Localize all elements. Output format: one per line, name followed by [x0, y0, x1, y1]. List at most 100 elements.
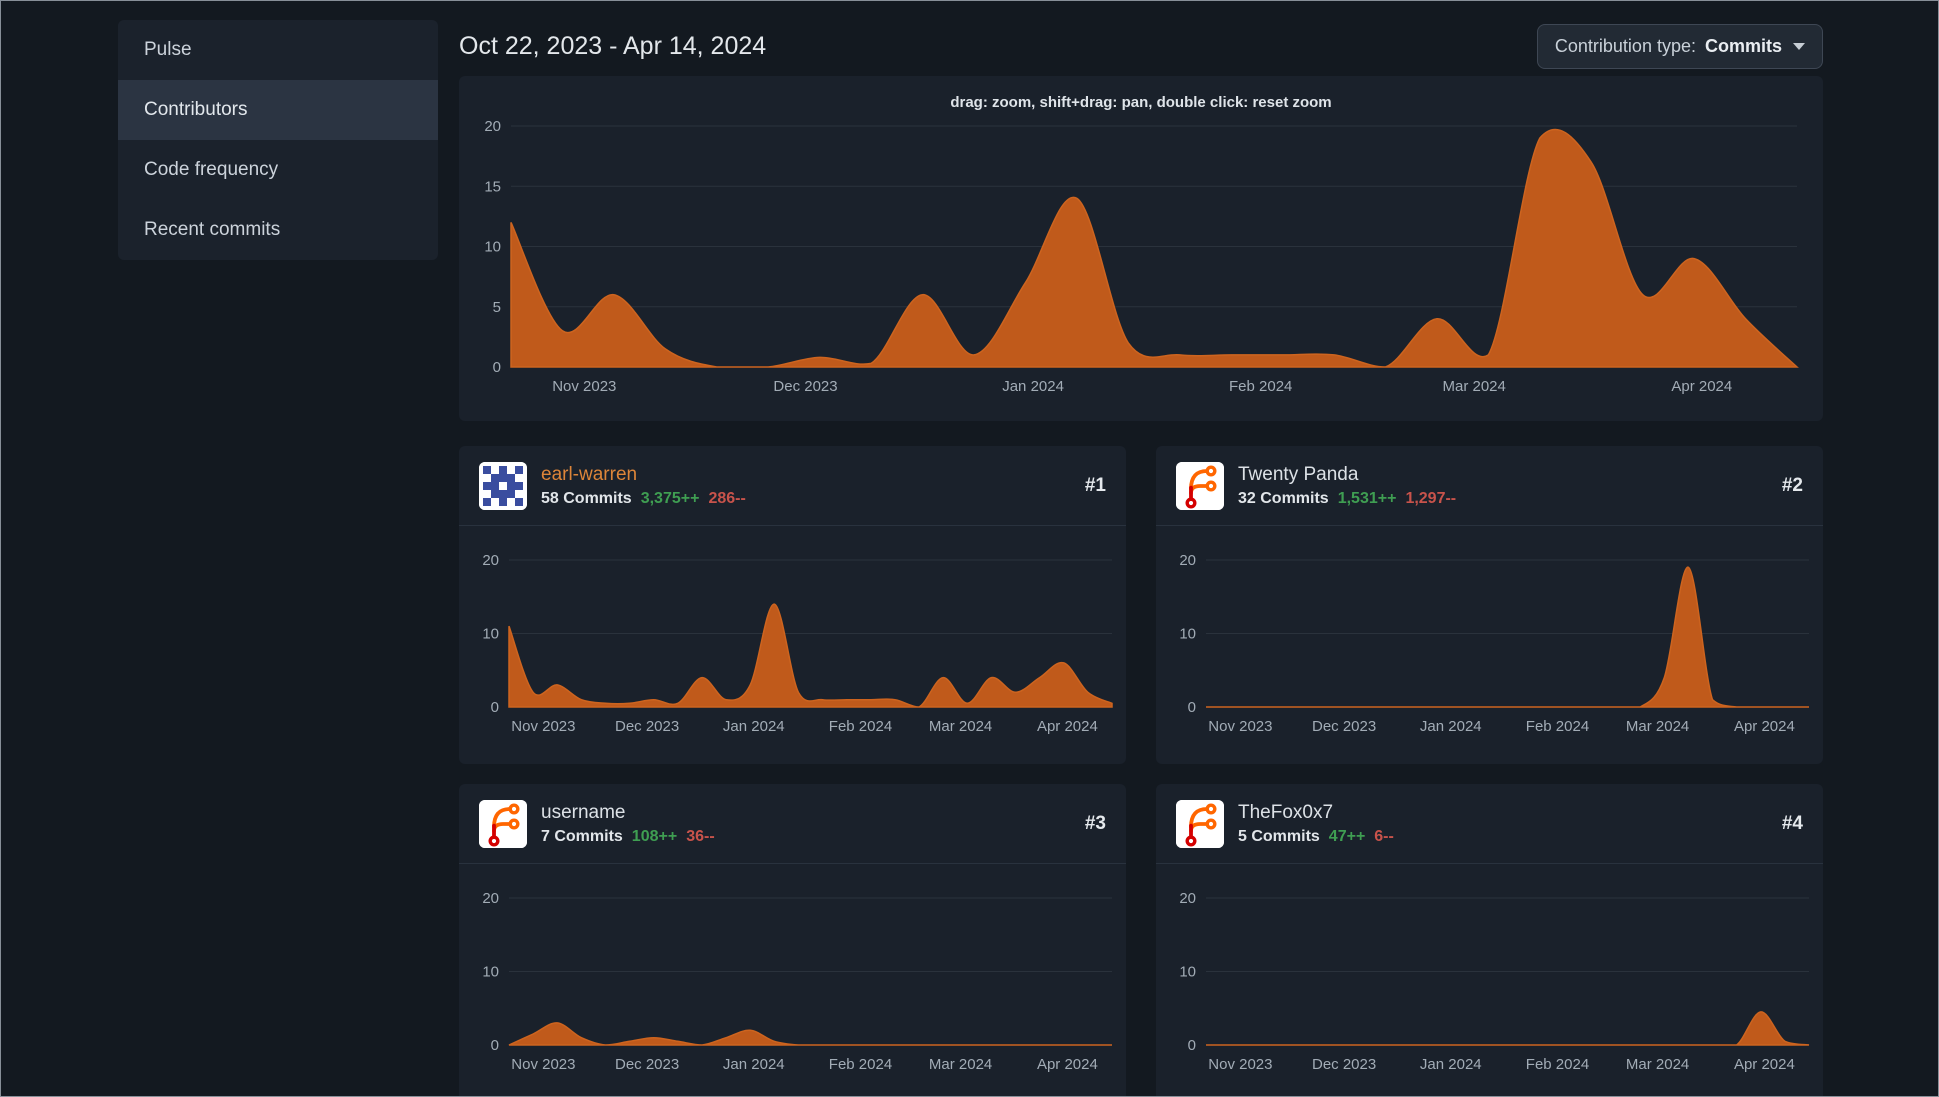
contributor-stats: 58 Commits 3,375++ 286--	[541, 490, 1071, 508]
earl-warren-avatar identicon-avatar[interactable]	[479, 461, 527, 510]
main-content: Oct 22, 2023 - Apr 14, 2024 Contribution…	[459, 1, 1938, 1096]
svg-text:Jan 2024: Jan 2024	[1420, 1056, 1482, 1073]
deletions-count: 286--	[708, 489, 746, 507]
svg-text:Apr 2024: Apr 2024	[1671, 378, 1732, 395]
svg-text:10: 10	[482, 964, 499, 981]
sidebar-item-recent-commits[interactable]: Recent commits	[118, 200, 438, 260]
date-range-title: Oct 22, 2023 - Apr 14, 2024	[459, 31, 767, 60]
contributor-name-link[interactable]: earl-warren	[541, 463, 1071, 487]
svg-text:0: 0	[493, 359, 501, 376]
svg-text:Nov 2023: Nov 2023	[1208, 1056, 1272, 1073]
contributor-card: TheFox0x7 5 Commits 47++ 6-- #4 0 10 20 Nov…	[1156, 784, 1823, 1096]
contributor-stats: 7 Commits 108++ 36--	[541, 828, 1071, 846]
svg-text:Apr 2024: Apr 2024	[1037, 1056, 1098, 1073]
svg-text:Feb 2024: Feb 2024	[1526, 1056, 1589, 1073]
contributor-stats: 32 Commits 1,531++ 1,297--	[1238, 490, 1768, 508]
svg-text:0: 0	[1188, 699, 1196, 716]
svg-text:20: 20	[1179, 552, 1196, 569]
contributor-rank: #2	[1781, 474, 1803, 496]
additions-count: 47++	[1328, 827, 1366, 845]
svg-text:Jan 2024: Jan 2024	[723, 718, 785, 735]
sidebar-item-contributors[interactable]: Contributors	[118, 80, 438, 140]
svg-text:Nov 2023: Nov 2023	[552, 378, 616, 395]
contributor-header: username 7 Commits 108++ 36-- #3	[459, 784, 1126, 864]
svg-text:Dec 2023: Dec 2023	[615, 718, 679, 735]
contributor-name[interactable]: username	[541, 801, 1071, 825]
contribution-type-value: Commits	[1704, 35, 1782, 56]
svg-text:10: 10	[1179, 964, 1196, 981]
deletions-count: 1,297--	[1405, 489, 1457, 507]
contributor-meta: username 7 Commits 108++ 36--	[541, 801, 1071, 846]
forgejo-logo-avatar	[479, 799, 527, 848]
svg-text:Dec 2023: Dec 2023	[773, 378, 837, 395]
svg-text:Mar 2024: Mar 2024	[1443, 378, 1506, 395]
svg-text:20: 20	[1179, 890, 1196, 907]
contributor-meta: Twenty Panda 32 Commits 1,531++ 1,297--	[1238, 463, 1768, 508]
svg-text:Nov 2023: Nov 2023	[511, 718, 575, 735]
contributor-name[interactable]: Twenty Panda	[1238, 463, 1768, 487]
svg-text:15: 15	[484, 178, 501, 195]
overall-commits-chart-card: drag: zoom, shift+drag: pan, double clic…	[459, 76, 1823, 421]
svg-text:20: 20	[482, 552, 499, 569]
svg-text:Nov 2023: Nov 2023	[511, 1056, 575, 1073]
svg-text:Nov 2023: Nov 2023	[1208, 718, 1272, 735]
contributor-cards-grid: earl-warren 58 Commits 3,375++ 286-- #1 …	[459, 446, 1823, 1096]
contributor-header: earl-warren 58 Commits 3,375++ 286-- #1	[459, 446, 1126, 526]
svg-text:Mar 2024: Mar 2024	[929, 718, 992, 735]
sidebar-item-code-frequency[interactable]: Code frequency	[118, 140, 438, 200]
svg-text:Dec 2023: Dec 2023	[1312, 718, 1376, 735]
contributor-card: username 7 Commits 108++ 36-- #3 0 10 20 No…	[459, 784, 1126, 1096]
contribution-type-dropdown[interactable]: Contribution type: Commits	[1536, 23, 1823, 69]
svg-text:Apr 2024: Apr 2024	[1734, 718, 1795, 735]
svg-text:Feb 2024: Feb 2024	[829, 718, 892, 735]
contributor-rank: #4	[1781, 812, 1803, 834]
contributor-commits-chart[interactable]: 0 10 20 Nov 2023 Dec 2023 Jan 2024 Feb 2024 Mar…	[1156, 864, 1823, 1096]
forgejo-logo-avatar	[1176, 799, 1224, 848]
svg-text:0: 0	[1188, 1037, 1196, 1054]
svg-text:Dec 2023: Dec 2023	[615, 1056, 679, 1073]
contributor-rank: #3	[1084, 812, 1106, 834]
svg-text:Jan 2024: Jan 2024	[1002, 378, 1064, 395]
svg-text:10: 10	[1179, 626, 1196, 643]
contributor-header: TheFox0x7 5 Commits 47++ 6-- #4	[1156, 784, 1823, 864]
contributor-name[interactable]: TheFox0x7	[1238, 801, 1768, 825]
svg-text:Jan 2024: Jan 2024	[723, 1056, 785, 1073]
svg-text:20: 20	[482, 890, 499, 907]
additions-count: 108++	[631, 827, 678, 845]
overall-commits-chart[interactable]: 0 5 10 15 20 Nov 2023 Dec 2023 Jan 2024 Feb 2024…	[459, 76, 1823, 421]
page-header: Oct 22, 2023 - Apr 14, 2024 Contribution…	[459, 16, 1823, 76]
svg-text:Feb 2024: Feb 2024	[829, 1056, 892, 1073]
svg-text:Dec 2023: Dec 2023	[1312, 1056, 1376, 1073]
chevron-down-icon	[1793, 42, 1805, 50]
contributor-stats: 5 Commits 47++ 6--	[1238, 828, 1768, 846]
contributor-commits-chart[interactable]: 0 10 20 Nov 2023 Dec 2023 Jan 2024 Feb 2024 Mar…	[459, 526, 1126, 763]
svg-text:0: 0	[491, 699, 499, 716]
additions-count: 3,375++	[640, 489, 700, 507]
svg-text:0: 0	[491, 1037, 499, 1054]
additions-count: 1,531++	[1337, 489, 1397, 507]
svg-text:Jan 2024: Jan 2024	[1420, 718, 1482, 735]
contributor-commits-chart[interactable]: 0 10 20 Nov 2023 Dec 2023 Jan 2024 Feb 2024 Mar…	[459, 864, 1126, 1096]
sidebar: Pulse Contributors Code frequency Recent…	[1, 1, 459, 1096]
svg-text:Mar 2024: Mar 2024	[929, 1056, 992, 1073]
contribution-type-label: Contribution type:	[1554, 35, 1696, 56]
contributor-rank: #1	[1084, 474, 1106, 496]
contributors-activity-page: Pulse Contributors Code frequency Recent…	[0, 0, 1939, 1097]
contributor-commits-chart[interactable]: 0 10 20 Nov 2023 Dec 2023 Jan 2024 Feb 2024 Mar…	[1156, 526, 1823, 763]
svg-text:Apr 2024: Apr 2024	[1037, 718, 1098, 735]
contributor-meta: TheFox0x7 5 Commits 47++ 6--	[1238, 801, 1768, 846]
activity-menu: Pulse Contributors Code frequency Recent…	[118, 20, 438, 260]
forgejo-logo-avatar	[1176, 461, 1224, 510]
contributor-header: Twenty Panda 32 Commits 1,531++ 1,297-- …	[1156, 446, 1823, 526]
contributor-meta: earl-warren 58 Commits 3,375++ 286--	[541, 463, 1071, 508]
commits-count: 32 Commits	[1238, 489, 1329, 507]
svg-text:Mar 2024: Mar 2024	[1626, 718, 1689, 735]
contributor-card: earl-warren 58 Commits 3,375++ 286-- #1 …	[459, 446, 1126, 764]
svg-text:5: 5	[493, 299, 501, 316]
svg-text:Feb 2024: Feb 2024	[1229, 378, 1292, 395]
commits-count: 5 Commits	[1238, 827, 1320, 845]
sidebar-item-pulse[interactable]: Pulse	[118, 20, 438, 80]
svg-text:Apr 2024: Apr 2024	[1734, 1056, 1795, 1073]
svg-text:Feb 2024: Feb 2024	[1526, 718, 1589, 735]
deletions-count: 36--	[686, 827, 715, 845]
